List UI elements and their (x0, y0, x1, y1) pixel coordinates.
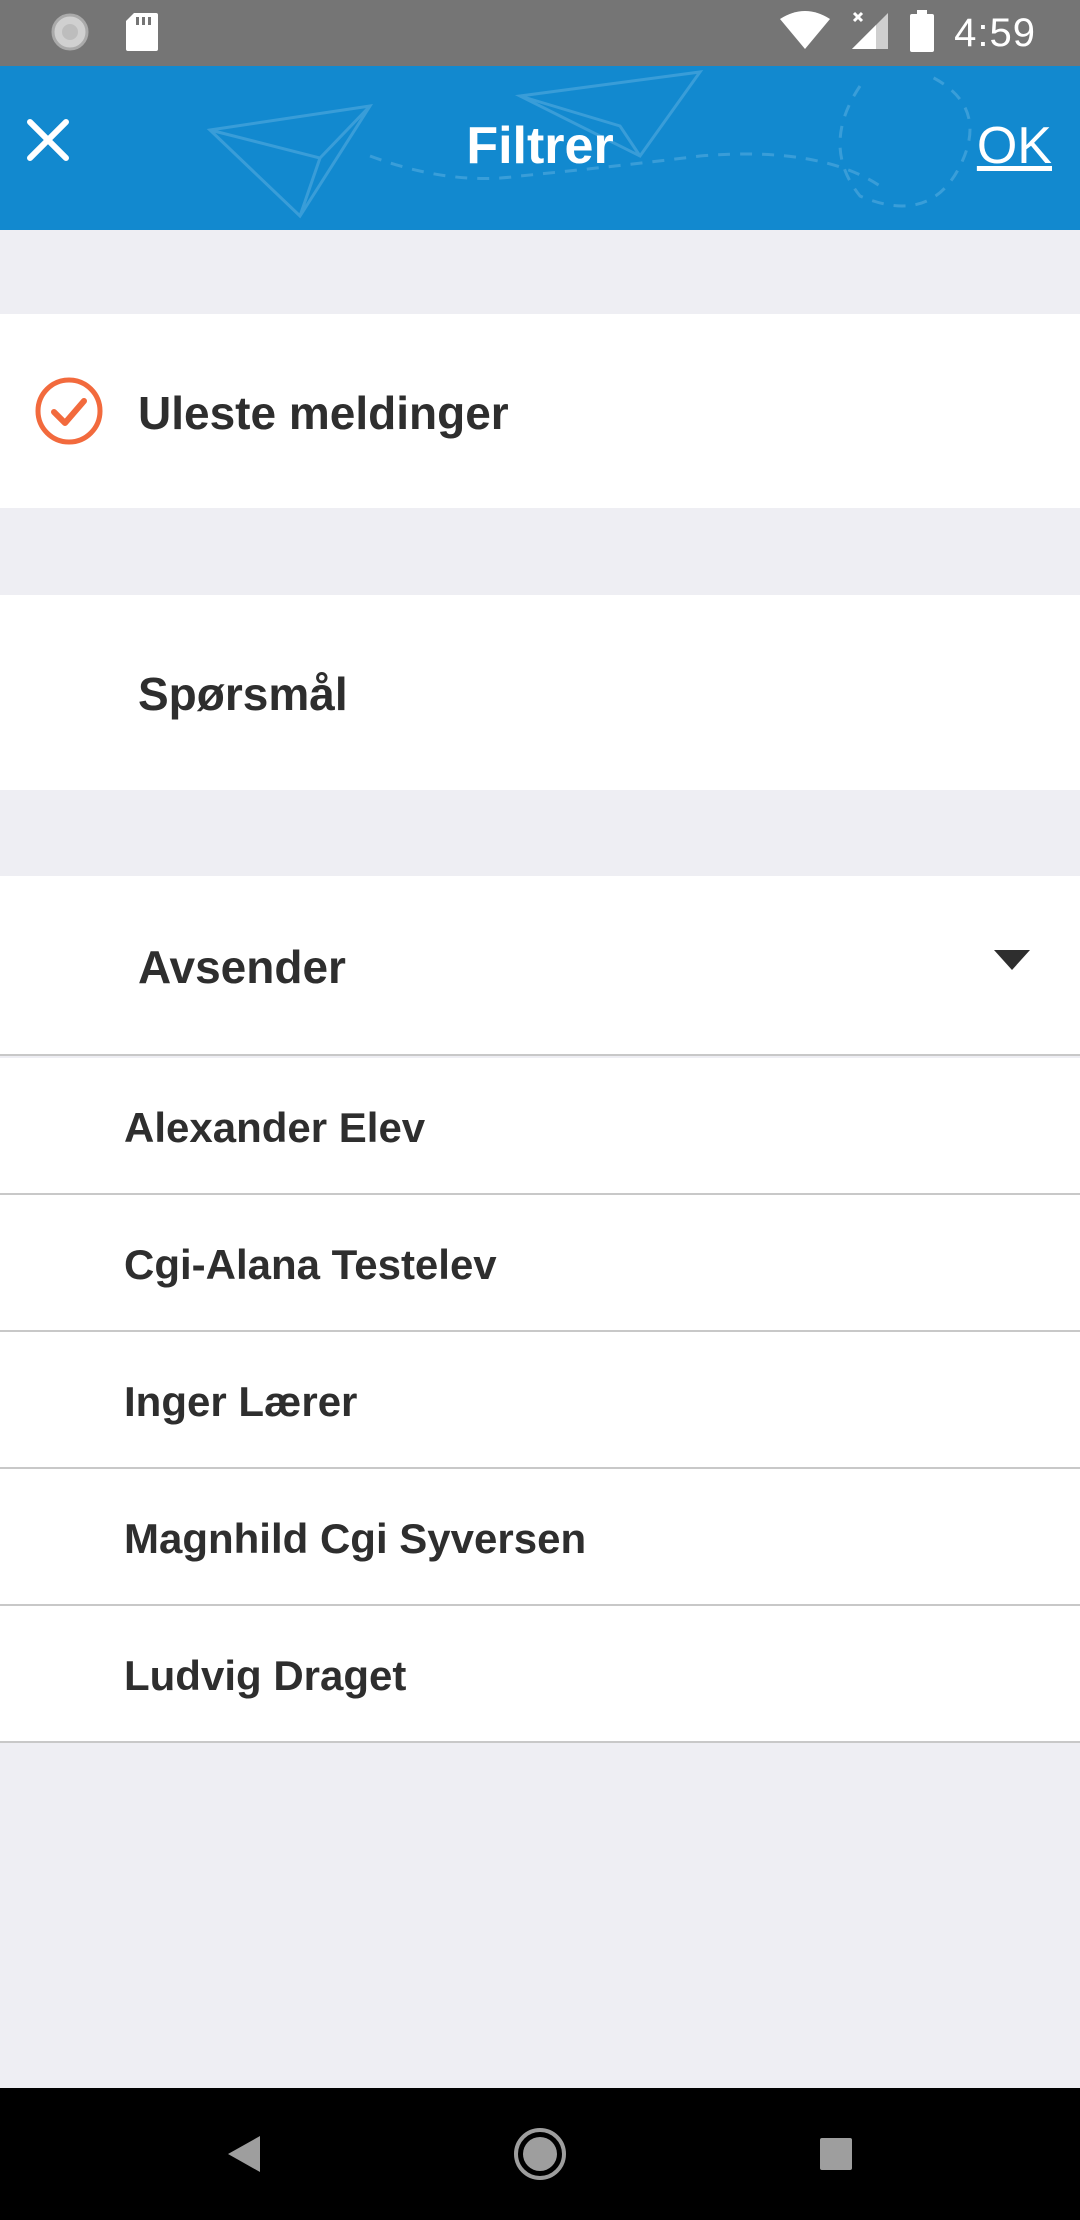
filter-unread-label: Uleste meldinger (138, 387, 509, 439)
filter-questions[interactable]: Spørsmål (0, 595, 1080, 790)
page-title: Filtrer (466, 117, 614, 175)
sync-icon (50, 12, 90, 57)
filter-questions-label: Spørsmål (138, 668, 348, 720)
sender-item[interactable]: Cgi-Alana Testelev (0, 1195, 1080, 1332)
sender-item[interactable]: Inger Lærer (0, 1332, 1080, 1469)
sender-name: Magnhild Cgi Syversen (124, 1515, 587, 1562)
app-bar: Filtrer OK (0, 66, 1080, 230)
sender-item[interactable]: Ludvig Draget (0, 1606, 1080, 1743)
sender-item[interactable]: Alexander Elev (0, 1058, 1080, 1195)
status-bar: 4:59 (0, 0, 1080, 66)
sender-dropdown[interactable]: Avsender (0, 876, 1080, 1056)
clock: 4:59 (954, 10, 1036, 55)
sender-name: Cgi-Alana Testelev (124, 1241, 497, 1288)
wifi-icon (780, 10, 831, 56)
sender-name: Inger Lærer (124, 1378, 358, 1425)
back-button[interactable] (208, 2118, 280, 2190)
sd-card-icon (126, 13, 158, 56)
sender-name: Ludvig Draget (124, 1652, 407, 1699)
home-button[interactable] (504, 2118, 576, 2190)
sender-name: Alexander Elev (124, 1104, 426, 1151)
cell-signal-icon (850, 11, 890, 56)
home-icon (514, 2128, 566, 2180)
sender-item[interactable]: Magnhild Cgi Syversen (0, 1469, 1080, 1606)
recents-icon (820, 2138, 852, 2170)
system-nav-bar (0, 2088, 1080, 2220)
ok-button[interactable]: OK (977, 116, 1052, 176)
chevron-down-icon (994, 950, 1030, 970)
sender-list: Alexander Elev Cgi-Alana Testelev Inger … (0, 1058, 1080, 1743)
battery-icon (910, 9, 935, 57)
back-icon (228, 2136, 260, 2172)
sender-dropdown-label: Avsender (138, 941, 346, 993)
check-circle-icon (35, 377, 103, 445)
recents-button[interactable] (800, 2118, 872, 2190)
filter-unread-messages[interactable]: Uleste meldinger (0, 314, 1080, 508)
